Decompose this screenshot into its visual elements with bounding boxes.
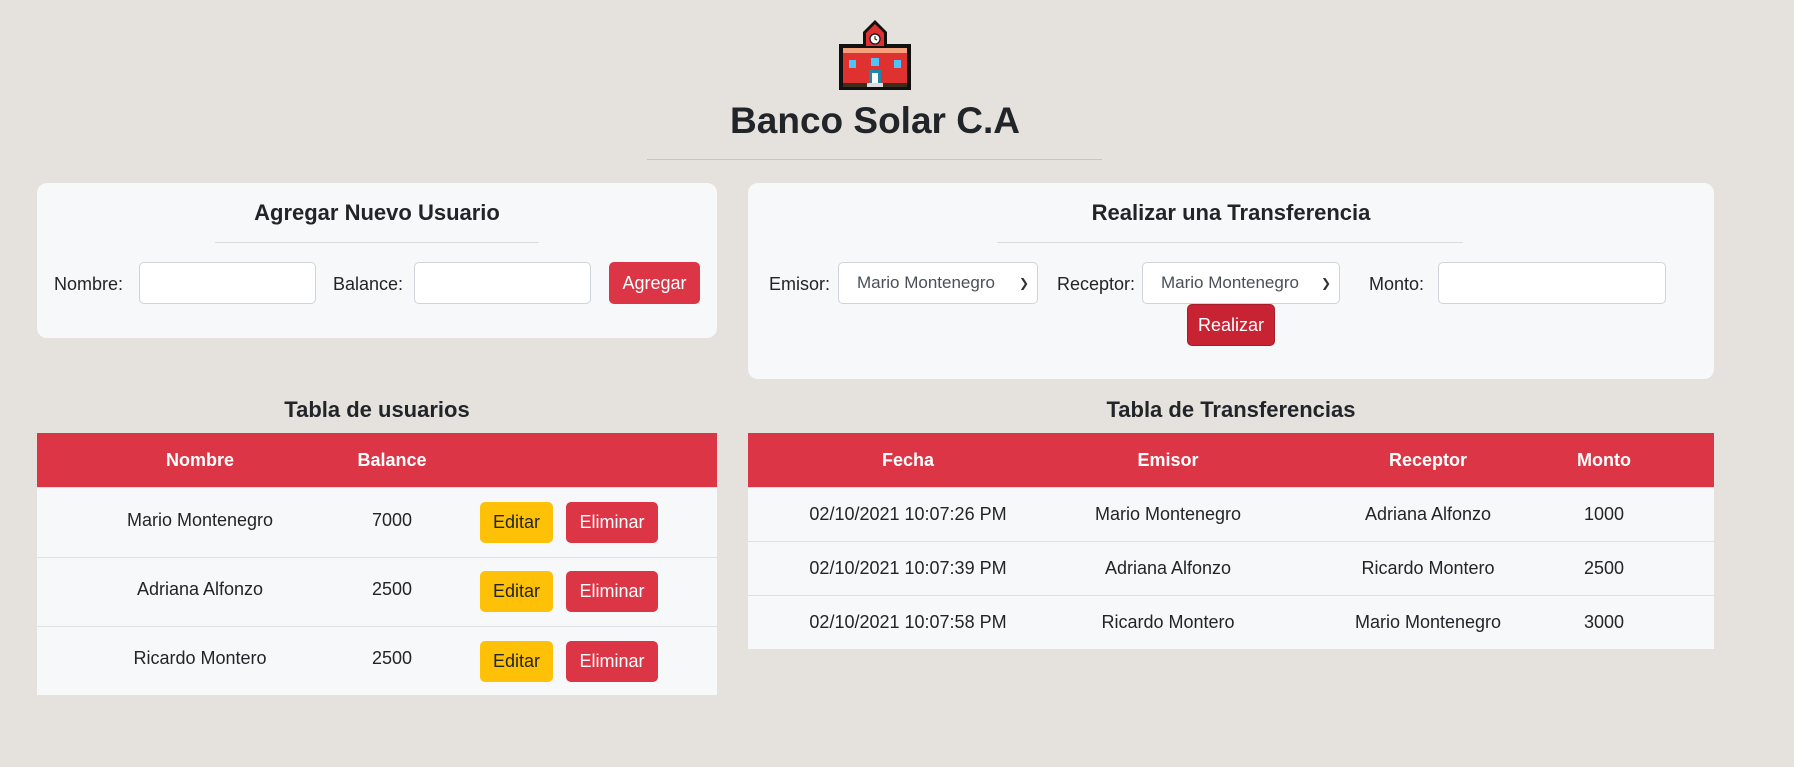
header-receptor: Receptor (1388, 450, 1468, 470)
divider (997, 242, 1463, 243)
balance-label: Balance: (333, 274, 404, 294)
header-emisor: Emisor (1137, 450, 1199, 470)
header-nombre: Nombre (165, 450, 234, 470)
transfer-fecha: 02/10/2021 10:07:26 PM (809, 504, 1007, 524)
header-monto: Monto (1577, 450, 1631, 470)
users-table: Nombre Balance Mario Montenegro 7000 Edi… (37, 433, 717, 695)
divider (647, 159, 1102, 160)
transfer-monto: 3000 (1583, 612, 1625, 632)
nombre-input[interactable] (139, 262, 316, 304)
user-nombre: Ricardo Montero (133, 648, 267, 668)
add-user-title: Agregar Nuevo Usuario (254, 200, 500, 225)
realizar-button[interactable]: Realizar (1187, 304, 1275, 346)
transfers-table: Fecha Emisor Receptor Monto 02/10/2021 1… (748, 433, 1714, 649)
receptor-select-value: Mario Montenegro (1161, 273, 1299, 292)
user-nombre: Mario Montenegro (126, 510, 274, 530)
user-balance: 2500 (371, 648, 413, 668)
chevron-down-icon: ❯ (1018, 276, 1029, 290)
transfer-receptor: Adriana Alfonzo (1364, 504, 1492, 524)
table-row: Ricardo Montero 2500 Editar Eliminar (37, 626, 717, 695)
transfer-title: Realizar una Transferencia (1091, 200, 1371, 225)
delete-button[interactable]: Eliminar (566, 571, 658, 612)
add-user-card: Agregar Nuevo Usuario Nombre: Balance: A… (37, 183, 717, 338)
transfer-receptor: Mario Montenegro (1354, 612, 1502, 632)
receptor-select[interactable]: Mario Montenegro ❯ (1142, 262, 1340, 304)
transfer-monto: 1000 (1583, 504, 1625, 524)
users-table-title: Tabla de usuarios (284, 397, 470, 422)
user-balance: 7000 (371, 510, 413, 530)
divider (215, 242, 539, 243)
transfers-table-title: Tabla de Transferencias (1106, 397, 1356, 422)
transfer-emisor: Adriana Alfonzo (1104, 558, 1232, 578)
receptor-label: Receptor: (1057, 274, 1136, 294)
transfer-card: Realizar una Transferencia Emisor: Mario… (748, 183, 1714, 379)
table-header: Fecha Emisor Receptor Monto (748, 433, 1714, 487)
table-row: 02/10/2021 10:07:58 PM Ricardo Montero M… (748, 595, 1714, 649)
emisor-select[interactable]: Mario Montenegro ❯ (838, 262, 1038, 304)
transfer-fecha: 02/10/2021 10:07:58 PM (809, 612, 1007, 632)
balance-input[interactable] (414, 262, 591, 304)
emisor-label: Emisor: (769, 274, 831, 294)
edit-button[interactable]: Editar (480, 641, 553, 682)
transfer-receptor: Ricardo Montero (1361, 558, 1495, 578)
table-header: Nombre Balance (37, 433, 717, 487)
transfer-emisor: Ricardo Montero (1101, 612, 1235, 632)
header-fecha: Fecha (881, 450, 935, 470)
delete-button[interactable]: Eliminar (566, 502, 658, 543)
nombre-label: Nombre: (54, 274, 124, 294)
header-balance: Balance (357, 450, 427, 470)
user-nombre: Adriana Alfonzo (136, 579, 264, 599)
edit-button[interactable]: Editar (480, 502, 553, 543)
table-row: 02/10/2021 10:07:39 PM Adriana Alfonzo R… (748, 541, 1714, 595)
school-building-icon (839, 20, 911, 90)
transfer-fecha: 02/10/2021 10:07:39 PM (809, 558, 1007, 578)
page-title: Banco Solar C.A (730, 100, 1020, 141)
emisor-select-value: Mario Montenegro (857, 273, 995, 292)
table-row: 02/10/2021 10:07:26 PM Mario Montenegro … (748, 487, 1714, 541)
transfer-monto: 2500 (1583, 558, 1625, 578)
table-row: Adriana Alfonzo 2500 Editar Eliminar (37, 557, 717, 626)
table-row: Mario Montenegro 7000 Editar Eliminar (37, 487, 717, 557)
edit-button[interactable]: Editar (480, 571, 553, 612)
chevron-down-icon: ❯ (1320, 276, 1331, 290)
transfer-emisor: Mario Montenegro (1094, 504, 1242, 524)
user-balance: 2500 (371, 579, 413, 599)
delete-button[interactable]: Eliminar (566, 641, 658, 682)
monto-input[interactable] (1438, 262, 1666, 304)
agregar-button[interactable]: Agregar (609, 262, 700, 304)
monto-label: Monto: (1369, 274, 1425, 294)
